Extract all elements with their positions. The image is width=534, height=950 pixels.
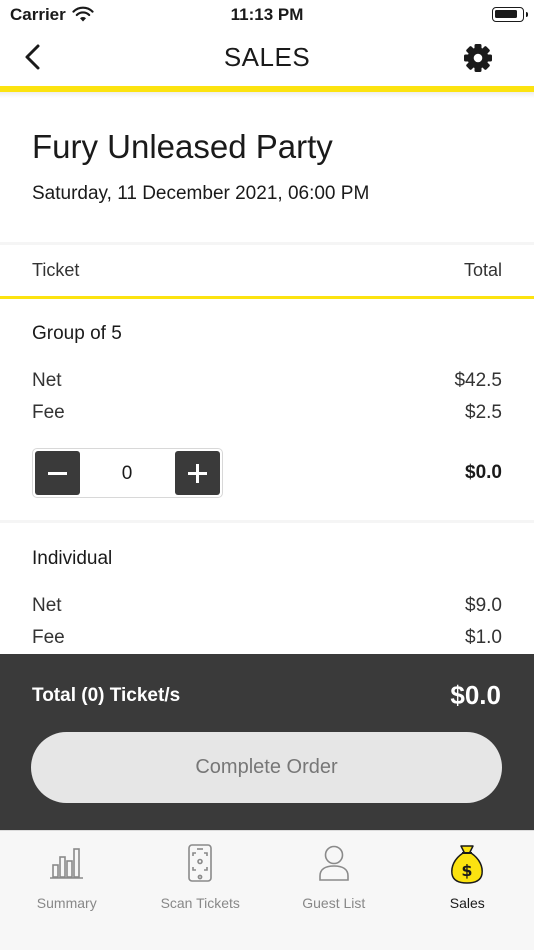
tab-label: Scan Tickets [160,895,240,911]
column-header-underline [0,296,534,299]
fee-label: Fee [32,627,65,648]
phone-scan-icon [188,844,213,882]
total-amount: $0.0 [450,680,501,710]
battery-icon [492,7,528,22]
net-value: $42.5 [454,370,502,391]
status-bar: Carrier 11:13 PM [0,0,534,30]
divider [0,242,534,245]
complete-order-button[interactable]: Complete Order [31,732,502,803]
net-label: Net [32,370,62,391]
tab-summary[interactable]: Summary [0,831,134,921]
ticket-name: Group of 5 [32,323,122,344]
event-date: Saturday, 11 December 2021, 06:00 PM [32,183,370,204]
fee-label: Fee [32,402,65,423]
quantity-stepper: 0 [32,448,223,498]
event-title: Fury Unleased Party [32,128,333,165]
money-bag-icon: $ [451,845,484,884]
net-label: Net [32,595,62,616]
minus-icon [48,472,67,475]
clock: 11:13 PM [230,5,304,24]
header-shadow [0,92,534,98]
bar-chart-icon [49,848,83,879]
total-column-header: Total [463,260,502,280]
fee-value: $2.5 [465,402,502,423]
decrement-button[interactable] [35,451,80,495]
quantity-value[interactable]: 0 [80,463,174,485]
tab-scan-tickets[interactable]: Scan Tickets [134,831,268,921]
tab-guest-list[interactable]: Guest List [267,831,401,921]
order-summary-panel: Total (0) Ticket/s $0.0 Complete Order [0,654,534,830]
net-value: $9.0 [465,595,502,616]
page-title: SALES [223,42,311,72]
fee-value: $1.0 [465,627,502,648]
divider [0,520,534,523]
tab-label: Sales [449,895,485,911]
increment-button[interactable] [175,451,220,495]
tab-sales[interactable]: $ Sales [401,831,534,921]
ticket-column-header: Ticket [32,260,80,280]
line-total: $0.0 [465,462,502,483]
ticket-name: Individual [32,548,113,569]
nav-bar: SALES [0,30,534,86]
person-icon [318,845,349,881]
tab-label: Guest List [302,895,366,911]
total-tickets-label: Total (0) Ticket/s [32,685,181,706]
svg-text:$: $ [462,861,473,880]
gear-icon[interactable] [462,42,494,74]
tab-bar: Summary Scan Tickets Guest List $ Sales [0,830,534,950]
tab-label: Summary [36,895,97,911]
